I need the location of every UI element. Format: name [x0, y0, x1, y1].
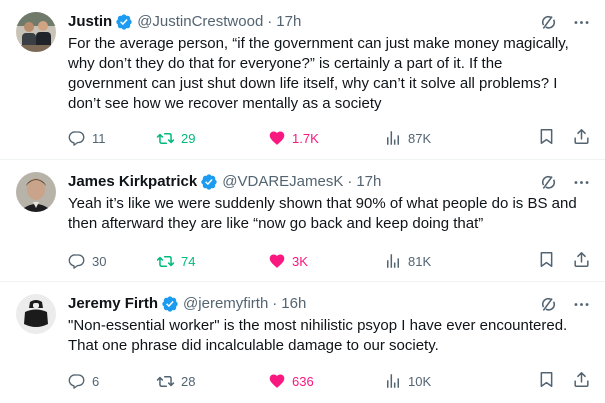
- reply-count: 30: [92, 253, 107, 269]
- share-icon[interactable]: [572, 250, 591, 272]
- reply-count: 11: [92, 130, 106, 146]
- verified-badge-icon: [115, 13, 133, 31]
- tweet-text: For the average person, “if the governme…: [68, 35, 569, 112]
- header-actions: [539, 294, 591, 314]
- author-name[interactable]: Justin: [68, 12, 112, 32]
- share-icon[interactable]: [572, 127, 591, 149]
- author-handle[interactable]: @jeremyfirth: [183, 294, 268, 314]
- tweet-header: Justin @JustinCrestwood · 17h: [68, 12, 591, 32]
- author-name[interactable]: Jeremy Firth: [68, 294, 158, 314]
- grok-icon[interactable]: [539, 295, 558, 314]
- author-name[interactable]: James Kirkpatrick: [68, 172, 197, 192]
- heart-icon: [268, 252, 286, 270]
- grok-icon[interactable]: [539, 13, 558, 32]
- reply-count: 6: [92, 373, 100, 389]
- timestamp[interactable]: 17h: [276, 12, 301, 32]
- separator-dot: ·: [347, 173, 353, 190]
- tweet-text: Yeah it’s like we were suddenly shown th…: [68, 195, 577, 232]
- views-count: 81K: [408, 253, 432, 269]
- header-actions: [539, 172, 591, 192]
- retweet-button[interactable]: 28: [156, 372, 268, 391]
- retweet-count: 28: [181, 373, 196, 389]
- retweet-icon: [156, 252, 175, 271]
- like-count: 3K: [292, 253, 308, 269]
- retweet-count: 29: [181, 130, 196, 146]
- verified-badge-icon: [200, 173, 218, 191]
- tweet[interactable]: Justin @JustinCrestwood · 17h For the av…: [0, 0, 605, 160]
- reply-button[interactable]: 6: [68, 372, 156, 390]
- action-bar: 11 29 1.7K 87K: [68, 128, 591, 148]
- tweet[interactable]: Jeremy Firth @jeremyfirth · 16h "Non-ess…: [0, 282, 605, 403]
- views-icon: [384, 252, 402, 270]
- retweet-icon: [156, 129, 175, 148]
- share-icon[interactable]: [572, 370, 591, 392]
- grok-icon[interactable]: [539, 173, 558, 192]
- reply-icon: [68, 252, 86, 270]
- views-icon: [384, 129, 402, 147]
- verified-badge-icon: [161, 295, 179, 313]
- bookmark-icon[interactable]: [537, 370, 556, 392]
- tweet[interactable]: James Kirkpatrick @VDAREJamesK · 17h Yea…: [0, 160, 605, 282]
- retweet-icon: [156, 372, 175, 391]
- like-button[interactable]: 1.7K: [268, 129, 384, 147]
- author-handle[interactable]: @VDAREJamesK: [222, 172, 343, 192]
- avatar[interactable]: [16, 172, 56, 212]
- timestamp[interactable]: 17h: [356, 172, 381, 192]
- views-button[interactable]: 87K: [384, 129, 502, 147]
- more-options-icon[interactable]: [572, 295, 591, 314]
- views-count: 10K: [408, 373, 432, 389]
- views-button[interactable]: 81K: [384, 252, 502, 270]
- retweet-button[interactable]: 29: [156, 129, 268, 148]
- author-handle[interactable]: @JustinCrestwood: [137, 12, 263, 32]
- action-bar: 6 28 636 10K: [68, 371, 591, 391]
- reply-button[interactable]: 30: [68, 252, 156, 270]
- heart-icon: [268, 129, 286, 147]
- heart-icon: [268, 372, 286, 390]
- timestamp[interactable]: 16h: [281, 294, 306, 314]
- views-button[interactable]: 10K: [384, 372, 502, 390]
- like-count: 1.7K: [292, 130, 319, 146]
- avatar[interactable]: [16, 12, 56, 52]
- avatar[interactable]: [16, 294, 56, 334]
- retweet-count: 74: [181, 253, 196, 269]
- bookmark-icon[interactable]: [537, 127, 556, 149]
- tweet-text: "Non-essential worker" is the most nihil…: [68, 317, 568, 354]
- like-button[interactable]: 3K: [268, 252, 384, 270]
- more-options-icon[interactable]: [572, 173, 591, 192]
- tweet-header: James Kirkpatrick @VDAREJamesK · 17h: [68, 172, 591, 192]
- reply-icon: [68, 129, 86, 147]
- tweet-header: Jeremy Firth @jeremyfirth · 16h: [68, 294, 591, 314]
- separator-dot: ·: [267, 13, 273, 30]
- like-button[interactable]: 636: [268, 372, 384, 390]
- separator-dot: ·: [272, 295, 278, 312]
- bookmark-icon[interactable]: [537, 250, 556, 272]
- reply-button[interactable]: 11: [68, 129, 156, 147]
- views-icon: [384, 372, 402, 390]
- like-count: 636: [292, 373, 314, 389]
- header-actions: [539, 12, 591, 32]
- views-count: 87K: [408, 130, 432, 146]
- action-bar: 30 74 3K 81K: [68, 251, 591, 271]
- more-options-icon[interactable]: [572, 13, 591, 32]
- reply-icon: [68, 372, 86, 390]
- retweet-button[interactable]: 74: [156, 252, 268, 271]
